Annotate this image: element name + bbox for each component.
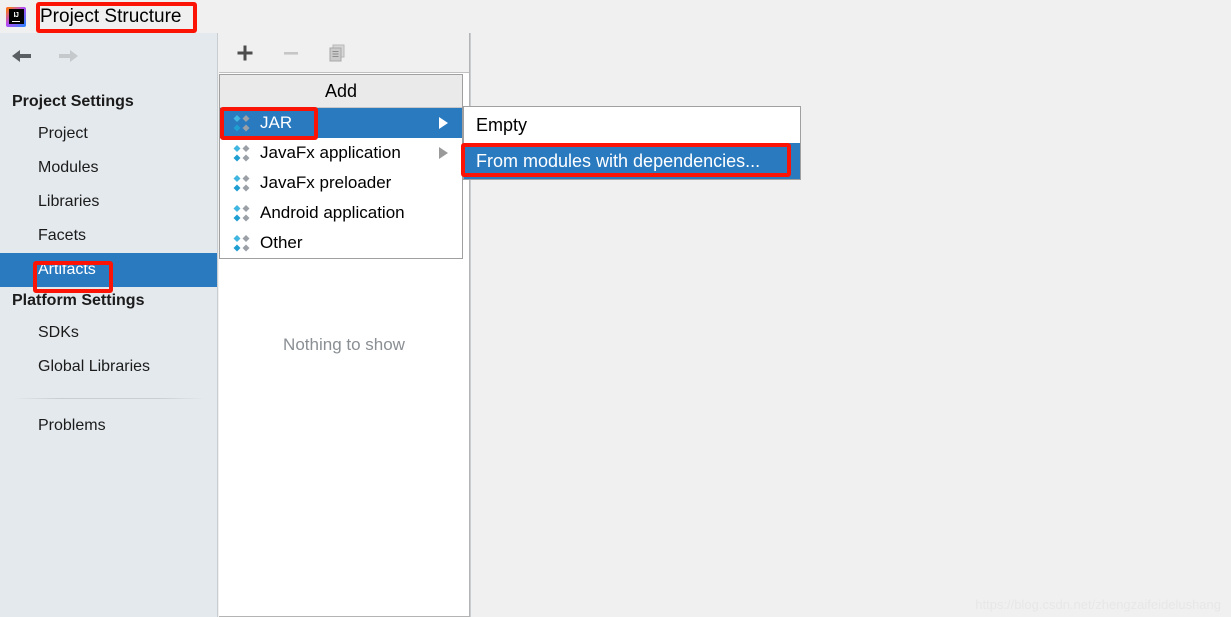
menu-item-label: JavaFx application xyxy=(260,143,401,162)
menu-item-other[interactable]: Other xyxy=(220,228,462,258)
logo-text: IJ xyxy=(13,12,19,19)
menu-item-javafx-application[interactable]: JavaFx application xyxy=(220,138,462,168)
page-title: Project Structure xyxy=(40,5,182,27)
sidebar-divider xyxy=(12,398,205,399)
sidebar-item-sdks[interactable]: SDKs xyxy=(0,316,217,350)
arrow-right-icon[interactable] xyxy=(56,45,80,67)
menu-item-javafx-preloader[interactable]: JavaFx preloader xyxy=(220,168,462,198)
submenu-item-empty[interactable]: Empty xyxy=(464,107,800,143)
artifact-diamond-icon xyxy=(232,174,251,193)
minus-icon xyxy=(278,40,304,66)
sidebar-item-facets[interactable]: Facets xyxy=(0,219,217,253)
menu-item-label: JAR xyxy=(260,113,293,132)
sidebar-item-project[interactable]: Project xyxy=(0,117,217,151)
arrow-left-icon[interactable] xyxy=(10,45,34,67)
plus-icon[interactable] xyxy=(232,40,258,66)
watermark-text: https://blog.csdn.net/zhengzaifeidelusha… xyxy=(975,597,1221,612)
sidebar-group-project-settings: Project Settings xyxy=(12,93,134,110)
artifact-diamond-icon xyxy=(232,204,251,223)
menu-item-android-application[interactable]: Android application xyxy=(220,198,462,228)
title-bar: IJ Project Structure xyxy=(0,0,1231,33)
menu-item-label: Other xyxy=(260,233,303,252)
artifacts-toolbar xyxy=(219,33,469,73)
sidebar-list: Project Settings Project Modules Librari… xyxy=(0,78,217,443)
sidebar-item-modules[interactable]: Modules xyxy=(0,151,217,185)
navigation-arrows xyxy=(0,33,217,78)
submenu-item-from-modules-with-dependencies[interactable]: From modules with dependencies... xyxy=(464,143,800,179)
artifact-diamond-icon xyxy=(232,144,251,163)
menu-item-jar[interactable]: JAR xyxy=(220,108,462,138)
intellij-idea-icon: IJ xyxy=(6,6,26,27)
project-structure-window: IJ Project Structure Project Settings Pr… xyxy=(0,0,1231,617)
artifact-diamond-icon xyxy=(232,114,251,133)
copy-icon xyxy=(324,40,350,66)
artifact-diamond-icon xyxy=(232,234,251,253)
sidebar-item-artifacts[interactable]: Artifacts xyxy=(0,253,217,287)
jar-submenu: Empty From modules with dependencies... xyxy=(463,106,801,180)
sidebar-group-platform-settings: Platform Settings xyxy=(12,292,145,309)
menu-item-label: JavaFx preloader xyxy=(260,173,392,192)
sidebar-item-problems[interactable]: Problems xyxy=(0,409,217,443)
menu-item-label: Android application xyxy=(260,203,405,222)
sidebar-item-global-libraries[interactable]: Global Libraries xyxy=(0,350,217,384)
sidebar: Project Settings Project Modules Librari… xyxy=(0,33,218,617)
chevron-right-icon xyxy=(439,117,448,129)
add-menu-title: Add xyxy=(220,75,462,108)
chevron-right-icon xyxy=(439,147,448,159)
add-artifact-menu: Add JAR JavaFx application JavaFx preloa… xyxy=(219,74,463,259)
sidebar-item-libraries[interactable]: Libraries xyxy=(0,185,217,219)
